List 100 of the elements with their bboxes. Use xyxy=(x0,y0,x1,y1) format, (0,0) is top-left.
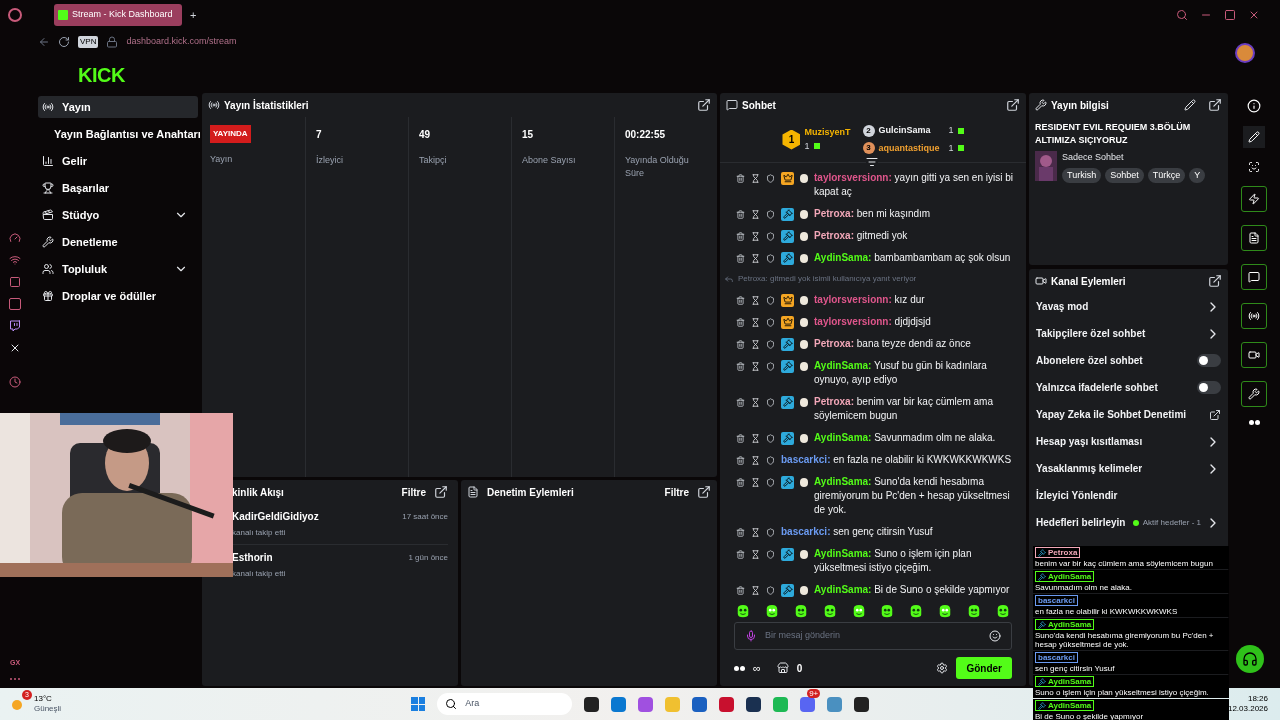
back-icon[interactable] xyxy=(38,36,50,48)
timeout-icon[interactable] xyxy=(751,231,760,241)
channel-action-item[interactable]: Abonelere özel sohbet xyxy=(1029,347,1228,374)
vpn-badge[interactable]: VPN xyxy=(78,36,99,48)
send-button[interactable]: Gönder xyxy=(956,657,1012,679)
timeout-icon[interactable] xyxy=(751,209,760,219)
message-input[interactable]: Bir mesaj gönderin xyxy=(765,629,981,643)
panel-icon[interactable] xyxy=(9,276,21,288)
avatar[interactable] xyxy=(1235,43,1255,63)
start-icon[interactable] xyxy=(411,697,426,711)
nav-item[interactable]: Yayın xyxy=(38,96,198,118)
browser-logo-icon[interactable] xyxy=(8,8,22,22)
popout-icon[interactable] xyxy=(434,485,448,499)
timeout-icon[interactable] xyxy=(751,339,760,349)
delete-icon[interactable] xyxy=(736,397,745,407)
popout-icon[interactable] xyxy=(1208,274,1222,288)
channel-action-item[interactable]: Takipçilere özel sohbet xyxy=(1029,320,1228,347)
ban-icon[interactable] xyxy=(766,295,775,305)
timeout-icon[interactable] xyxy=(751,455,760,465)
emote-icon[interactable] xyxy=(967,604,981,618)
timeout-icon[interactable] xyxy=(751,397,760,407)
delete-icon[interactable] xyxy=(736,361,745,371)
category[interactable]: Sadece Sohbet xyxy=(1062,151,1206,165)
ban-icon[interactable] xyxy=(766,397,775,407)
taskbar-app-icon[interactable] xyxy=(584,696,600,712)
taskbar-app-icon[interactable] xyxy=(746,696,762,712)
tag[interactable]: Türkçe xyxy=(1147,167,1186,183)
nav-item[interactable]: Denetleme xyxy=(38,231,198,253)
nav-item[interactable]: Gelir xyxy=(38,150,198,172)
tag[interactable]: Y xyxy=(1189,167,1206,183)
emote-icon[interactable] xyxy=(909,604,924,618)
headset-icon[interactable] xyxy=(1236,645,1264,673)
timeout-icon[interactable] xyxy=(751,173,760,183)
timeout-icon[interactable] xyxy=(751,549,760,559)
nav-item[interactable]: Stüdyo xyxy=(38,204,198,226)
taskbar-app-icon[interactable] xyxy=(854,696,870,712)
ban-icon[interactable] xyxy=(766,173,775,183)
delete-icon[interactable] xyxy=(736,433,745,443)
ban-icon[interactable] xyxy=(766,455,775,465)
nav-item[interactable]: Başarılar xyxy=(38,177,198,199)
ban-icon[interactable] xyxy=(766,527,775,537)
search-field[interactable]: Ara xyxy=(437,693,573,715)
toggle-switch[interactable] xyxy=(1197,381,1221,394)
emote-icon[interactable] xyxy=(995,604,1010,618)
filter-button[interactable]: Filtre xyxy=(401,484,426,500)
emote-icon[interactable] xyxy=(793,604,808,618)
settings-icon[interactable] xyxy=(936,662,949,674)
info-icon[interactable] xyxy=(1247,99,1261,113)
quick-action-button[interactable] xyxy=(1241,303,1267,329)
delete-icon[interactable] xyxy=(736,527,745,537)
clock-time[interactable]: 18:26 xyxy=(1247,694,1268,704)
history-icon[interactable] xyxy=(9,376,21,388)
edit-icon[interactable] xyxy=(1184,99,1196,111)
delete-icon[interactable] xyxy=(736,295,745,305)
nav-item[interactable]: Topluluk xyxy=(38,258,198,280)
delete-icon[interactable] xyxy=(736,173,745,183)
timeout-icon[interactable] xyxy=(751,433,760,443)
browser-tab[interactable]: Stream - Kick Dashboard xyxy=(54,4,182,26)
toggle-switch[interactable] xyxy=(1197,354,1221,367)
emote-icon[interactable] xyxy=(736,604,750,618)
quick-action-button[interactable] xyxy=(1241,381,1267,407)
tag[interactable]: Sohbet xyxy=(1105,167,1144,183)
x-icon[interactable] xyxy=(9,342,21,354)
reload-icon[interactable] xyxy=(58,36,70,48)
ban-icon[interactable] xyxy=(766,209,775,219)
delete-icon[interactable] xyxy=(736,209,745,219)
close-icon[interactable] xyxy=(1248,9,1260,21)
focus-icon[interactable] xyxy=(1248,161,1260,173)
delete-icon[interactable] xyxy=(736,339,745,349)
ban-icon[interactable] xyxy=(766,361,775,371)
emote-icon[interactable] xyxy=(764,604,779,618)
speed-icon[interactable] xyxy=(9,232,21,244)
mic-icon[interactable] xyxy=(745,630,757,642)
ban-icon[interactable] xyxy=(766,317,775,327)
nav-item[interactable]: Droplar ve ödüller xyxy=(38,285,198,307)
ban-icon[interactable] xyxy=(766,339,775,349)
timeout-icon[interactable] xyxy=(751,527,760,537)
search-icon[interactable] xyxy=(1176,9,1188,21)
ban-icon[interactable] xyxy=(766,585,775,595)
ban-icon[interactable] xyxy=(766,477,775,487)
quick-action-button[interactable] xyxy=(1241,186,1267,212)
nav-item[interactable]: Yayın Bağlantısı ve Anahtarı xyxy=(38,123,198,145)
emoji-icon[interactable] xyxy=(989,630,1001,642)
clock-date[interactable]: 12.03.2026 xyxy=(1227,704,1268,714)
maximize-icon[interactable] xyxy=(1224,9,1236,21)
popout-icon[interactable] xyxy=(1208,98,1222,112)
quick-action-button[interactable] xyxy=(1241,225,1267,251)
ban-icon[interactable] xyxy=(766,253,775,263)
store-icon[interactable] xyxy=(776,662,789,674)
quick-action-button[interactable] xyxy=(1241,264,1267,290)
twitch-icon[interactable] xyxy=(9,320,21,332)
emote-icon[interactable] xyxy=(938,604,953,618)
messenger-icon[interactable] xyxy=(9,298,21,310)
delete-icon[interactable] xyxy=(736,455,745,465)
channel-action-item[interactable]: Yalnızca ifadelerle sohbet xyxy=(1029,374,1228,401)
delete-icon[interactable] xyxy=(736,477,745,487)
channel-action-item[interactable]: İzleyici Yönlendir xyxy=(1029,482,1228,509)
kick-logo[interactable]: KICK xyxy=(78,59,125,90)
ban-icon[interactable] xyxy=(766,549,775,559)
popout-icon[interactable] xyxy=(1006,98,1020,112)
